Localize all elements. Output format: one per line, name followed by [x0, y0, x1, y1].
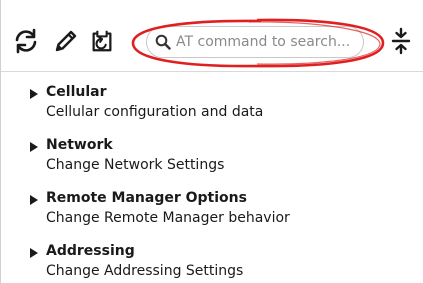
toolbar [1, 0, 423, 72]
refresh-button[interactable] [13, 26, 39, 56]
category-item-cellular[interactable]: Cellular Cellular configuration and data [1, 82, 423, 135]
search-box[interactable] [146, 26, 364, 58]
expand-caret-icon[interactable] [30, 195, 38, 205]
expand-caret-icon[interactable] [30, 142, 38, 152]
expand-collapse-button[interactable] [389, 26, 413, 56]
category-item-network[interactable]: Network Change Network Settings [1, 135, 423, 188]
edit-button[interactable] [53, 26, 79, 56]
category-description: Change Remote Manager behavior [46, 210, 290, 226]
category-description: Cellular configuration and data [46, 104, 264, 120]
refresh-icon [15, 28, 37, 54]
pencil-icon [55, 30, 77, 52]
category-title: Network [46, 137, 113, 153]
expand-caret-icon[interactable] [30, 248, 38, 258]
search-icon [155, 34, 171, 50]
app-frame: Cellular Cellular configuration and data… [0, 0, 423, 283]
category-list: Cellular Cellular configuration and data… [1, 82, 423, 283]
category-description: Change Network Settings [46, 157, 225, 173]
restore-button[interactable] [89, 26, 115, 56]
expand-collapse-icon [391, 27, 411, 55]
expand-caret-icon[interactable] [30, 89, 38, 99]
category-item-remote-manager-options[interactable]: Remote Manager Options Change Remote Man… [1, 188, 423, 241]
search-input[interactable] [176, 34, 356, 50]
category-description: Change Addressing Settings [46, 263, 244, 279]
category-title: Addressing [46, 243, 135, 259]
category-title: Cellular [46, 84, 107, 100]
category-title: Remote Manager Options [46, 190, 247, 206]
restore-icon [92, 30, 112, 52]
category-item-addressing[interactable]: Addressing Change Addressing Settings [1, 241, 423, 283]
